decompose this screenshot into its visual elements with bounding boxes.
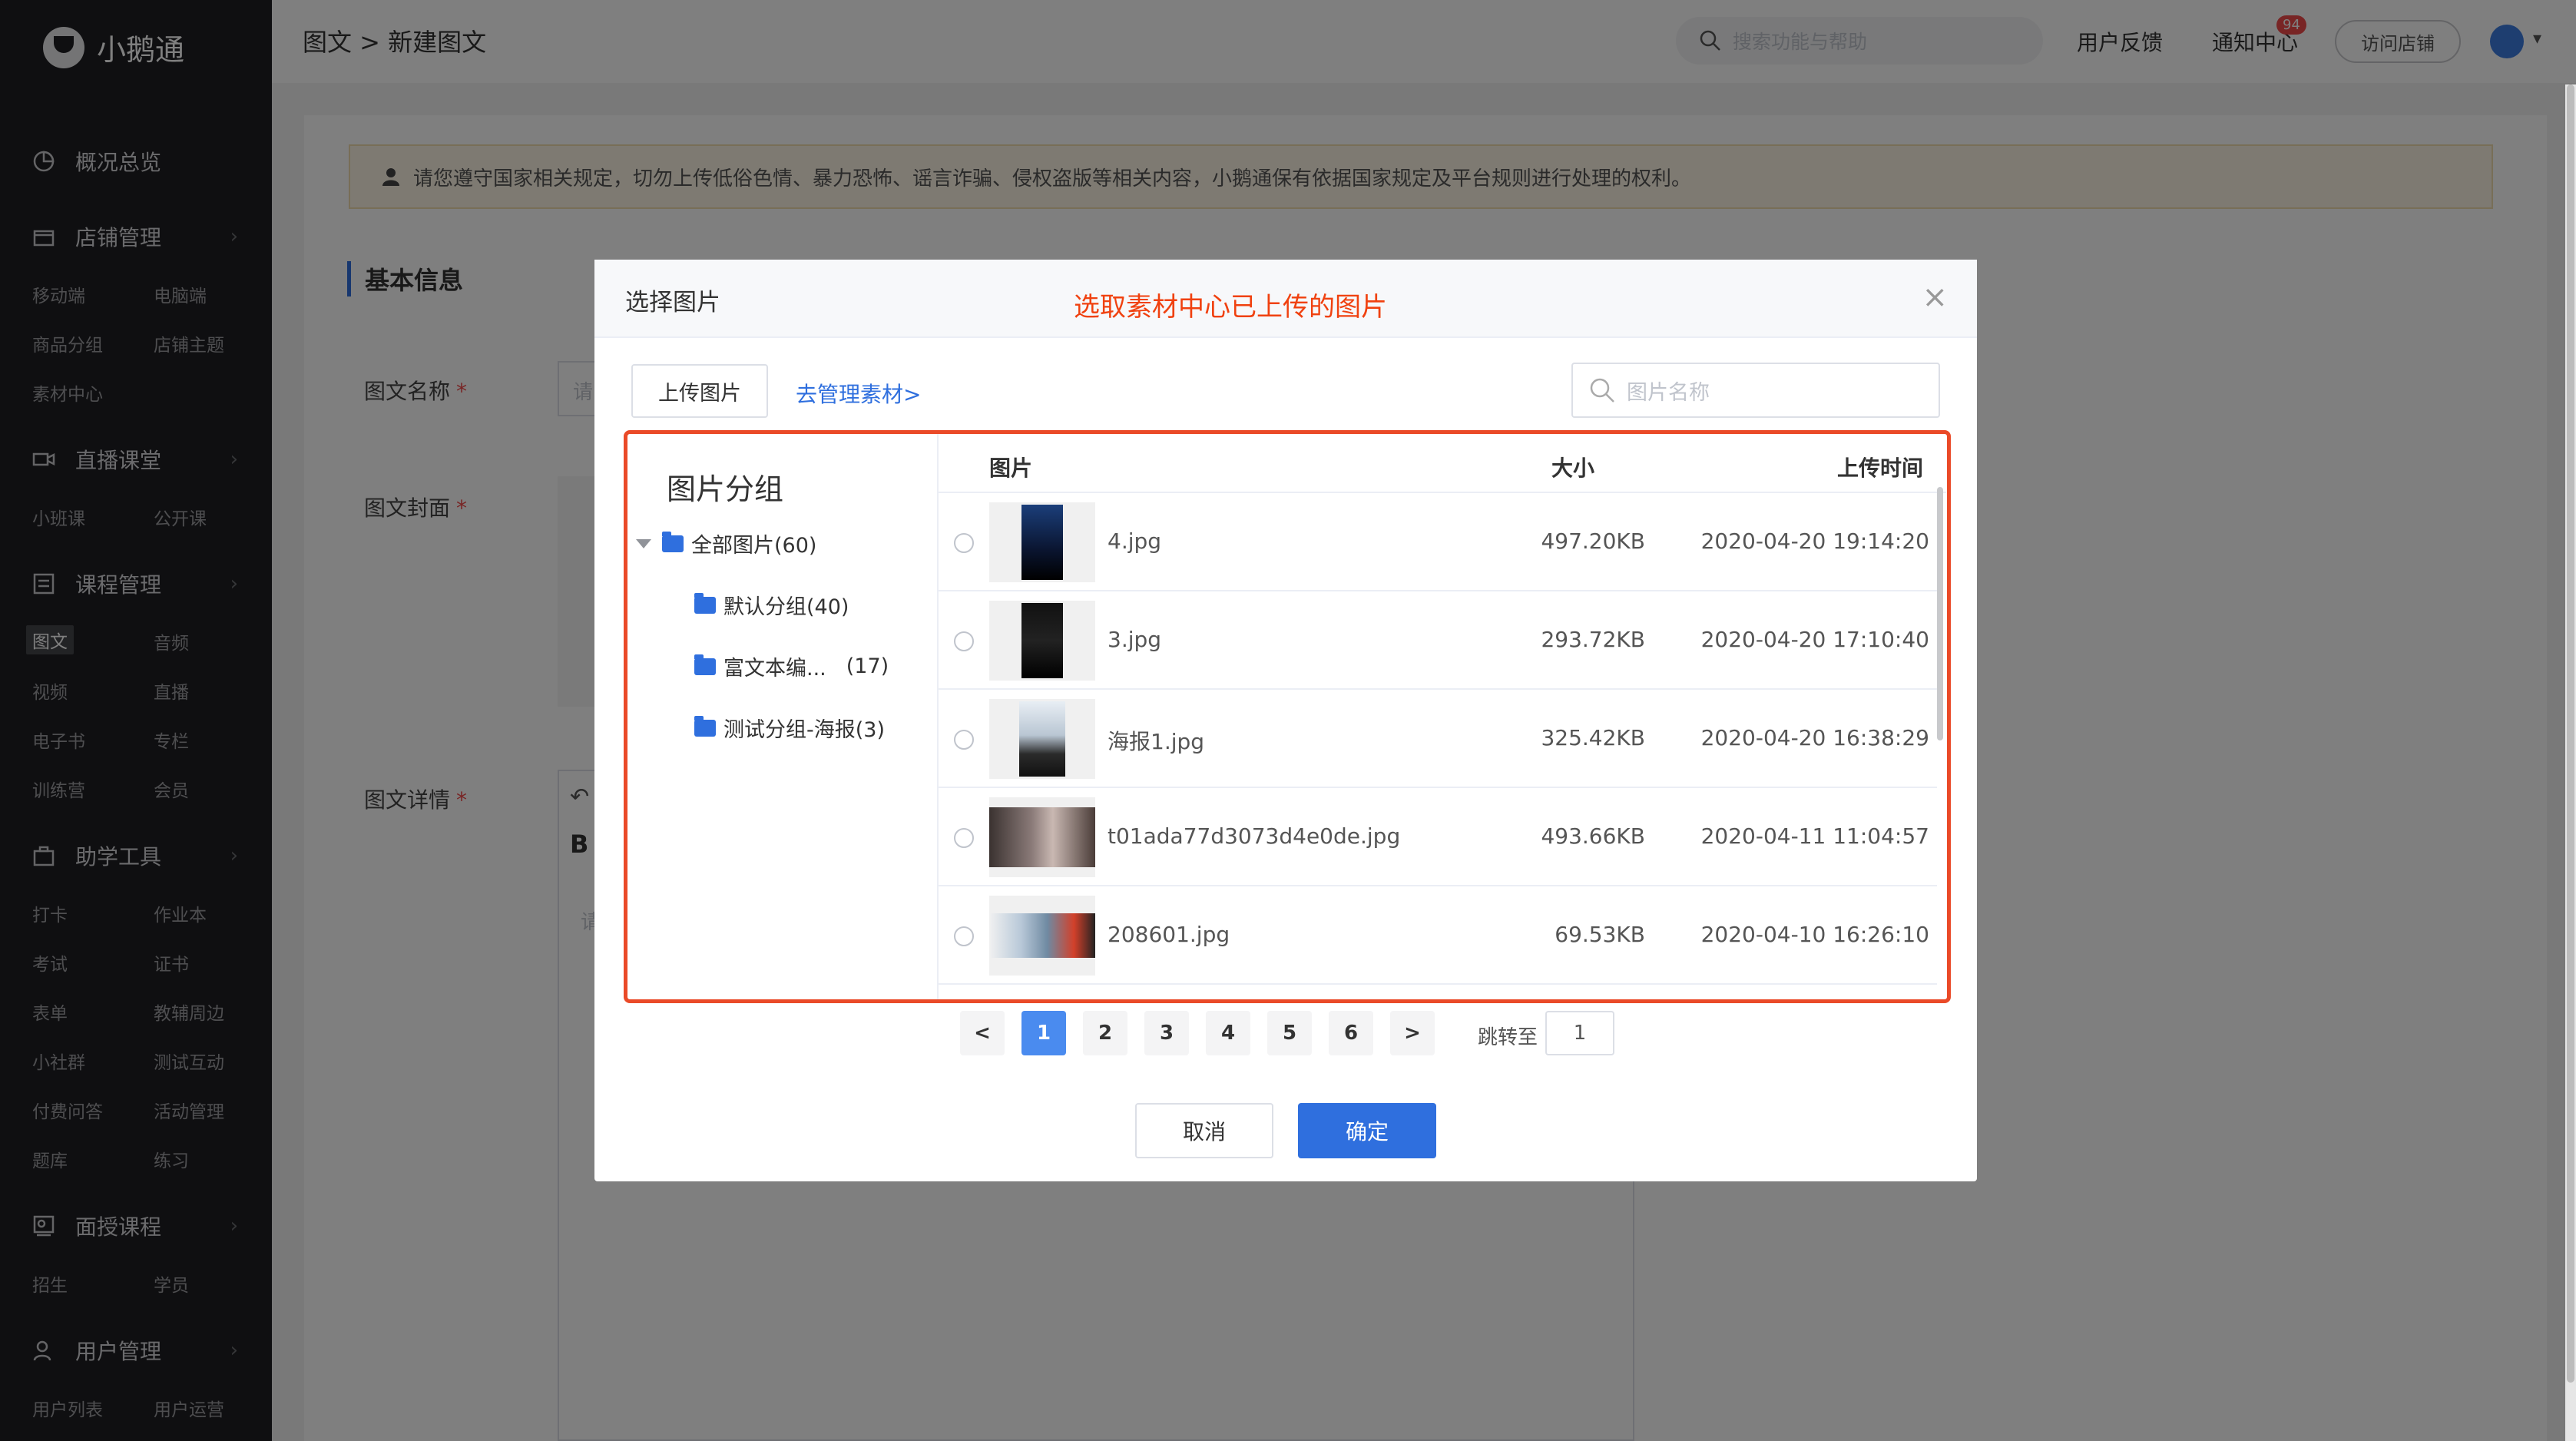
dialog-title: 选择图片 — [625, 289, 720, 316]
page-button-4[interactable]: 4 — [1206, 1011, 1250, 1055]
close-icon[interactable]: × — [1922, 280, 1948, 315]
page-button-1[interactable]: 1 — [1021, 1011, 1066, 1055]
manage-materials-link[interactable]: 去管理素材> — [796, 378, 921, 409]
cancel-button[interactable]: 取消 — [1135, 1103, 1273, 1158]
annotation-text: 选取素材中心已上传的图片 — [1074, 292, 1387, 323]
next-page-button[interactable]: > — [1390, 1011, 1435, 1055]
select-image-dialog: 选择图片 × 上传图片 去管理素材> 图片名称 图片分组 全部图片(60) 默认… — [594, 260, 1977, 1181]
page-scrollbar[interactable] — [2565, 84, 2576, 1441]
search-icon — [1590, 378, 1614, 402]
upload-image-button[interactable]: 上传图片 — [631, 364, 768, 418]
image-name-search-input[interactable]: 图片名称 — [1571, 363, 1940, 418]
highlight-frame — [624, 430, 1951, 1003]
page-button-2[interactable]: 2 — [1083, 1011, 1127, 1055]
jump-to-label: 跳转至 — [1478, 1026, 1538, 1049]
page-button-3[interactable]: 3 — [1144, 1011, 1189, 1055]
search-placeholder: 图片名称 — [1627, 380, 1710, 405]
prev-page-button[interactable]: < — [960, 1011, 1005, 1055]
page-button-6[interactable]: 6 — [1329, 1011, 1373, 1055]
page-button-5[interactable]: 5 — [1267, 1011, 1312, 1055]
confirm-button[interactable]: 确定 — [1298, 1103, 1436, 1158]
jump-to-page-input[interactable]: 1 — [1545, 1011, 1614, 1055]
